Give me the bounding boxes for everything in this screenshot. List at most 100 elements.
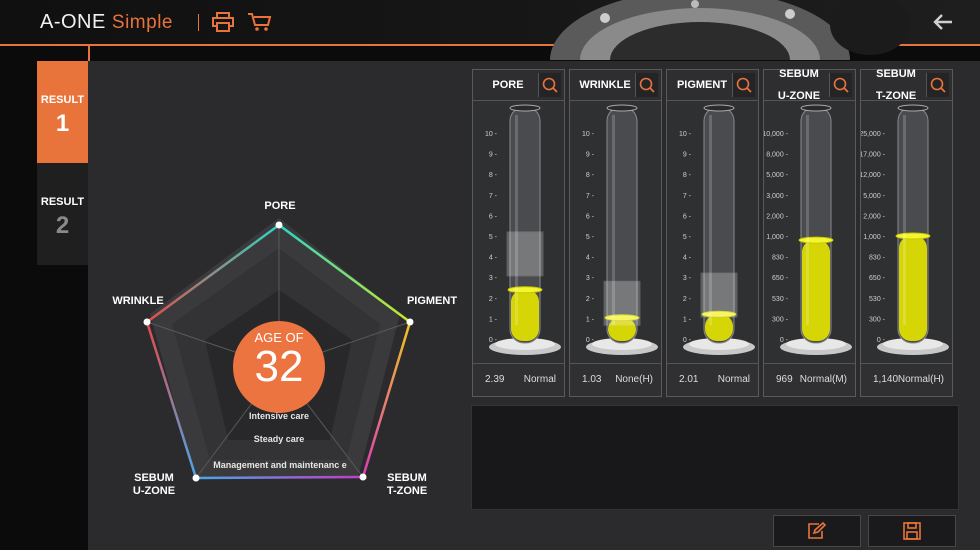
gauge-header: WRINKLE: [570, 70, 661, 101]
gauge-tick-label: 6 -: [489, 213, 498, 220]
tube-sleeve: [506, 231, 544, 277]
gauge-tick-label: 530 -: [869, 296, 886, 303]
radar-label-sebum-t-line1: SEBUM: [387, 472, 427, 484]
tube-sleeve: [603, 280, 641, 326]
gauge-tick-label: 9 -: [586, 152, 595, 159]
magnifier-button[interactable]: [538, 73, 561, 97]
magnifier-icon: [736, 77, 752, 93]
gauge-footer: 1.03 None(H): [570, 363, 661, 396]
gauge-panel: PORE 10 -9 -8 -7 -6 -5 -4 -3 -2 -1 -0 -2.…: [472, 69, 565, 397]
gauge-tick-label: 4 -: [683, 255, 692, 262]
gauge-tick-label: 5 -: [683, 234, 692, 241]
gauge-title: WRINKLE: [572, 70, 638, 100]
gauge-tick-label: 8 -: [489, 172, 498, 179]
tube-rim: [606, 104, 638, 112]
gauge-panel: WRINKLE 10 -9 -8 -7 -6 -5 -4 -3 -2 -1 -0 …: [569, 69, 662, 397]
test-tube-gauge: 10 -9 -8 -7 -6 -5 -4 -3 -2 -1 -0 -: [679, 104, 755, 355]
age-badge: AGE OF 32: [233, 321, 325, 413]
save-icon: [903, 522, 921, 540]
gauge-tick-label: 300 -: [869, 316, 886, 323]
radar-label-sebum-u-line1: SEBUM: [134, 472, 174, 484]
gauge-title: SEBUM T-ZONE: [863, 68, 929, 102]
gauge-tick-label: 6 -: [586, 213, 595, 220]
gauge-title: SEBUM U-ZONE: [766, 67, 832, 101]
gauge-tick-label: 2 -: [683, 296, 692, 303]
gauge-title-line2: T-ZONE: [875, 89, 917, 102]
test-tube-gauge: 10 -9 -8 -7 -6 -5 -4 -3 -2 -1 -0 -: [485, 104, 561, 355]
radar-point-sebum-t: [359, 473, 367, 481]
tube-highlight: [709, 115, 712, 325]
gauge-header: PIGMENT: [667, 70, 758, 101]
gauge-panel: PIGMENT 10 -9 -8 -7 -6 -5 -4 -3 -2 -1 -0 …: [666, 69, 759, 397]
radar-label-pore: PORE: [264, 200, 296, 212]
tube-rim: [703, 104, 735, 112]
gauge-title-line1: WRINKLE: [579, 78, 631, 91]
zone-steady-care: Steady care: [253, 434, 305, 444]
gauge-status: Normal(M): [799, 374, 847, 385]
gauge-tick-label: 2,000 -: [863, 213, 885, 220]
tube-highlight: [612, 115, 615, 325]
radar-label-pigment: PIGMENT: [406, 295, 458, 307]
tube-highlight: [903, 115, 906, 325]
magnifier-button[interactable]: [732, 73, 755, 97]
gauge-tick-label: 4 -: [489, 255, 498, 262]
radar-point-pore: [275, 221, 283, 229]
gauge-tick-label: 1,000 -: [766, 234, 788, 241]
gauge-body: 10,000 - 8,000 - 5,000 - 3,000 - 2,000 - 1,00…: [762, 101, 855, 365]
gauge-body: 10 -9 -8 -7 -6 -5 -4 -3 -2 -1 -0 -: [667, 101, 758, 365]
magnifier-button[interactable]: [829, 73, 852, 97]
tube-rim: [800, 104, 832, 112]
tube-highlight: [515, 115, 518, 325]
magnifier-button[interactable]: [635, 73, 658, 97]
gauge-tick-label: 300 -: [772, 316, 789, 323]
gauge-tick-label: 7 -: [586, 193, 595, 200]
gauge-tick-label: 2 -: [586, 296, 595, 303]
gauge-tick-label: 650 -: [869, 275, 886, 282]
gauge-tick-label: 5,000 -: [863, 193, 885, 200]
gauge-tick-label: 9 -: [683, 152, 692, 159]
gauge-tick-label: 2 -: [489, 296, 498, 303]
gauge-value: 2.39: [485, 374, 505, 385]
gauge-tick-label: 10 -: [485, 131, 498, 138]
gauge-tick-label: 25,000 -: [861, 131, 886, 138]
edit-icon: [808, 522, 827, 539]
radar-label-sebum-t: SEBUM T-ZONE: [380, 472, 434, 498]
gauge-tick-label: 6 -: [683, 213, 692, 220]
gauge-header: PORE: [473, 70, 564, 101]
age-value: 32: [254, 342, 304, 391]
tube-liquid-surface: [895, 232, 931, 240]
tube-highlight: [806, 115, 809, 325]
gauge-tick-label: 5 -: [489, 234, 498, 241]
zone-intensive-care: Intensive care: [248, 411, 310, 421]
gauge-tick-label: 2,000 -: [766, 213, 788, 220]
gauge-tick-label: 12,000 -: [861, 172, 886, 179]
gauge-tick-label: 1 -: [586, 316, 595, 323]
gauge-value: 969: [776, 374, 793, 385]
zone-management: Management and maintenanc e: [213, 460, 347, 470]
gauge-footer: 2.01 Normal: [667, 363, 758, 396]
gauge-tick-label: 530 -: [772, 296, 789, 303]
gauge-body: 25,000 - 17,000 - 12,000 - 5,000 - 2,000 - 1,…: [859, 101, 952, 365]
magnifier-icon: [639, 77, 655, 93]
gauge-tick-label: 1 -: [683, 316, 692, 323]
magnifier-button[interactable]: [926, 73, 949, 97]
gauge-title-line1: SEBUM: [779, 67, 819, 80]
gauge-tick-label: 5,000 -: [766, 172, 788, 179]
gauge-status: None(H): [615, 374, 653, 385]
edit-button[interactable]: [773, 515, 861, 547]
save-button[interactable]: [868, 515, 956, 547]
gauge-status: Normal(H): [897, 374, 944, 385]
tube-sleeve: [700, 272, 738, 318]
gauge-tick-label: 3 -: [683, 275, 692, 282]
tube-rim: [509, 104, 541, 112]
test-tube-gauge: 25,000 - 17,000 - 12,000 - 5,000 - 2,000 - 1,…: [859, 104, 949, 355]
radar-point-wrinkle: [143, 318, 151, 326]
gauge-tick-label: 9 -: [489, 152, 498, 159]
gauge-tick-label: 10 -: [582, 131, 595, 138]
tube-liquid-surface: [798, 236, 834, 244]
gauge-title: PORE: [475, 70, 541, 100]
radar-label-sebum-u-line2: U-ZONE: [132, 485, 176, 497]
gauge-title-line1: PORE: [492, 78, 524, 91]
gauge-status: Normal: [717, 374, 750, 385]
gauge-tick-label: 10 -: [679, 131, 692, 138]
